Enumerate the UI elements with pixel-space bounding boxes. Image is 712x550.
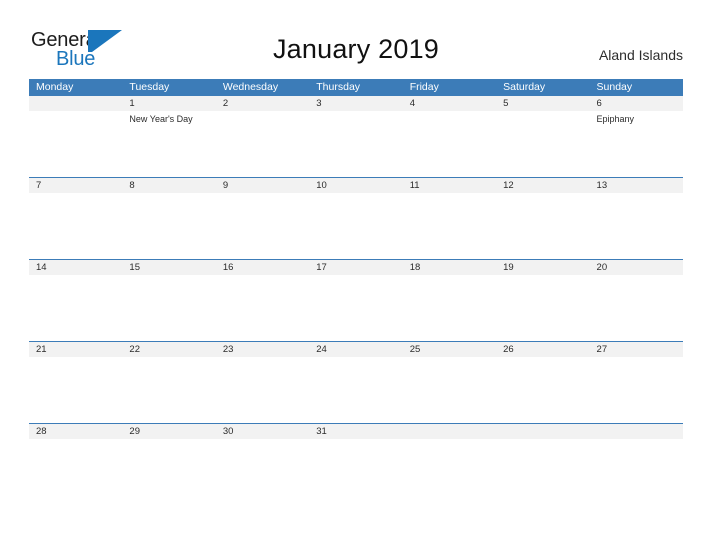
day-cell[interactable] <box>122 193 215 259</box>
day-number[interactable] <box>590 424 683 439</box>
day-number[interactable]: 3 <box>309 96 402 111</box>
week-row: 14 15 16 17 18 19 20 <box>29 259 683 341</box>
day-cell[interactable]: Epiphany <box>590 111 683 177</box>
day-number[interactable]: 5 <box>496 96 589 111</box>
weekday-header-saturday: Saturday <box>503 81 546 93</box>
day-number[interactable]: 21 <box>29 342 122 357</box>
day-cell[interactable] <box>309 193 402 259</box>
week-date-strip: 28 29 30 31 <box>29 423 683 439</box>
day-cell[interactable] <box>29 193 122 259</box>
week-date-strip: 21 22 23 24 25 26 27 <box>29 341 683 357</box>
day-number[interactable]: 26 <box>496 342 589 357</box>
day-number[interactable]: 24 <box>309 342 402 357</box>
day-cell[interactable] <box>216 439 309 505</box>
day-cell[interactable] <box>403 193 496 259</box>
day-number[interactable]: 11 <box>403 178 496 193</box>
weekday-header-row: Monday Tuesday Wednesday Thursday Friday… <box>29 79 683 96</box>
day-number[interactable]: 12 <box>496 178 589 193</box>
day-event: New Year's Day <box>129 114 193 124</box>
weekday-header-tuesday: Tuesday <box>129 81 170 93</box>
day-number[interactable]: 29 <box>122 424 215 439</box>
day-cell[interactable] <box>496 275 589 341</box>
calendar-page: General Blue January 2019 Aland Islands … <box>0 0 712 550</box>
day-cell[interactable] <box>590 275 683 341</box>
day-cell[interactable] <box>403 275 496 341</box>
day-number[interactable]: 31 <box>309 424 402 439</box>
week-row: 1 2 3 4 5 6 New Year's Day Epiphany <box>29 96 683 177</box>
page-header: General Blue January 2019 Aland Islands <box>0 0 712 78</box>
weekday-header-friday: Friday <box>409 81 439 93</box>
week-row: 7 8 9 10 11 12 13 <box>29 177 683 259</box>
day-cell[interactable] <box>122 357 215 423</box>
calendar-grid: Monday Tuesday Wednesday Thursday Friday… <box>29 79 683 505</box>
day-cell[interactable] <box>496 357 589 423</box>
day-number[interactable]: 4 <box>403 96 496 111</box>
day-cell[interactable] <box>29 111 122 177</box>
weekday-header-monday: Monday <box>36 81 74 93</box>
day-cell[interactable] <box>496 193 589 259</box>
week-body-strip <box>29 357 683 423</box>
day-number[interactable]: 16 <box>216 260 309 275</box>
week-date-strip: 14 15 16 17 18 19 20 <box>29 259 683 275</box>
day-event: Epiphany <box>596 114 635 124</box>
day-cell[interactable]: New Year's Day <box>122 111 215 177</box>
day-number[interactable] <box>496 424 589 439</box>
day-number[interactable]: 23 <box>216 342 309 357</box>
weekday-header-thursday: Thursday <box>316 81 361 93</box>
day-number[interactable]: 25 <box>403 342 496 357</box>
day-number[interactable]: 1 <box>122 96 215 111</box>
day-cell[interactable] <box>216 111 309 177</box>
day-cell[interactable] <box>403 111 496 177</box>
day-number[interactable] <box>403 424 496 439</box>
day-number[interactable]: 7 <box>29 178 122 193</box>
weekday-header-wednesday: Wednesday <box>222 81 279 93</box>
day-number[interactable]: 28 <box>29 424 122 439</box>
day-number[interactable]: 20 <box>590 260 683 275</box>
week-row: 21 22 23 24 25 26 27 <box>29 341 683 423</box>
day-number[interactable]: 30 <box>216 424 309 439</box>
day-cell[interactable] <box>309 439 402 505</box>
day-cell[interactable] <box>216 357 309 423</box>
day-cell[interactable] <box>403 357 496 423</box>
day-cell[interactable] <box>309 357 402 423</box>
day-cell[interactable] <box>403 439 496 505</box>
day-cell[interactable] <box>216 275 309 341</box>
locale-label: Aland Islands <box>598 47 683 63</box>
day-number[interactable]: 22 <box>122 342 215 357</box>
week-body-strip <box>29 275 683 341</box>
day-cell[interactable] <box>122 439 215 505</box>
week-date-strip: 7 8 9 10 11 12 13 <box>29 177 683 193</box>
day-number[interactable]: 19 <box>496 260 589 275</box>
day-number[interactable]: 6 <box>590 96 683 111</box>
week-body-strip: New Year's Day Epiphany <box>29 111 683 177</box>
day-number[interactable]: 27 <box>590 342 683 357</box>
day-cell[interactable] <box>309 111 402 177</box>
day-number[interactable]: 2 <box>216 96 309 111</box>
day-cell[interactable] <box>29 439 122 505</box>
day-cell[interactable] <box>590 357 683 423</box>
day-cell[interactable] <box>590 193 683 259</box>
day-number[interactable]: 14 <box>29 260 122 275</box>
day-cell[interactable] <box>309 275 402 341</box>
day-number[interactable]: 13 <box>590 178 683 193</box>
day-cell[interactable] <box>122 275 215 341</box>
day-cell[interactable] <box>496 439 589 505</box>
week-row: 28 29 30 31 <box>29 423 683 505</box>
day-number[interactable]: 17 <box>309 260 402 275</box>
week-body-strip <box>29 439 683 505</box>
day-number[interactable]: 18 <box>403 260 496 275</box>
day-cell[interactable] <box>29 275 122 341</box>
day-number[interactable]: 15 <box>122 260 215 275</box>
week-body-strip <box>29 193 683 259</box>
day-cell[interactable] <box>29 357 122 423</box>
day-number[interactable] <box>29 96 122 111</box>
day-number[interactable]: 8 <box>122 178 215 193</box>
day-number[interactable]: 9 <box>216 178 309 193</box>
weekday-header-sunday: Sunday <box>596 81 633 93</box>
day-cell[interactable] <box>590 439 683 505</box>
week-date-strip: 1 2 3 4 5 6 <box>29 96 683 111</box>
day-cell[interactable] <box>216 193 309 259</box>
day-cell[interactable] <box>496 111 589 177</box>
day-number[interactable]: 10 <box>309 178 402 193</box>
